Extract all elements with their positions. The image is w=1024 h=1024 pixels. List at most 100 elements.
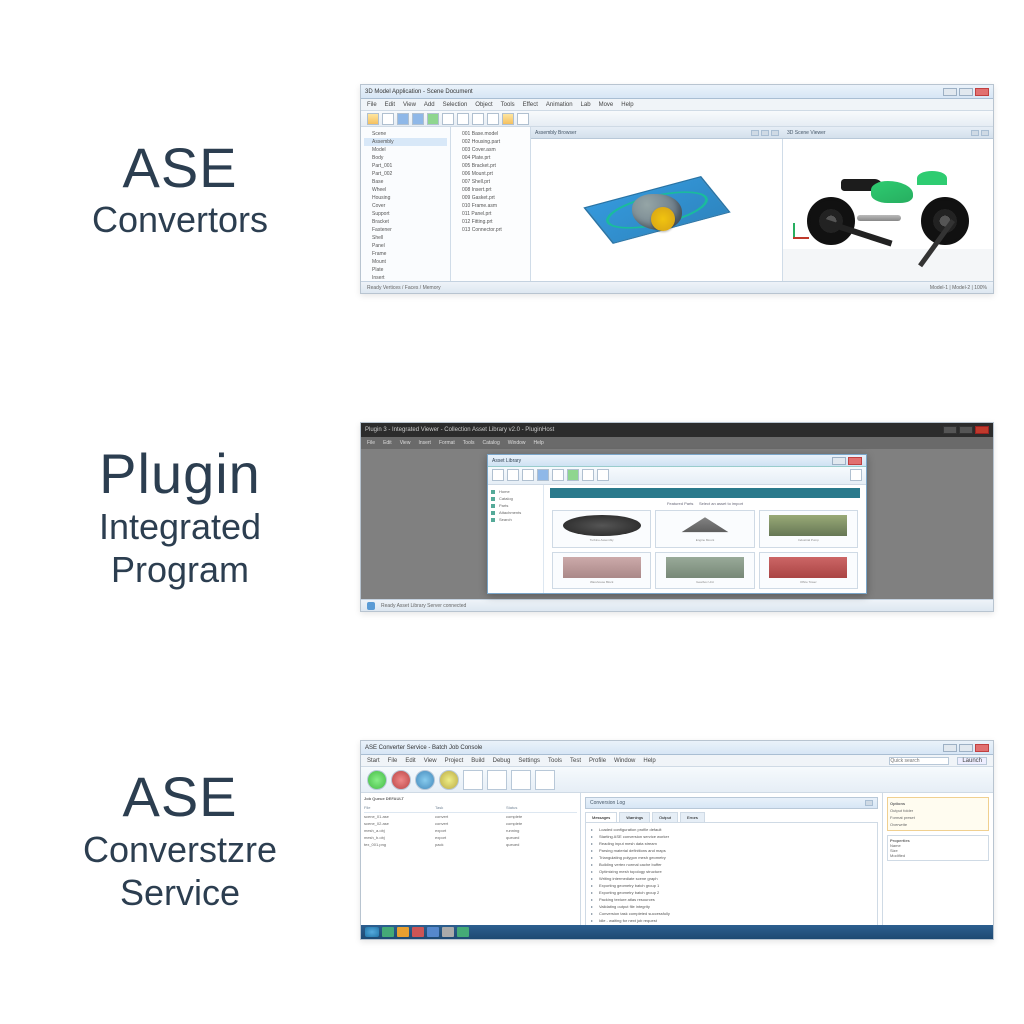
- table-row[interactable]: mesh_b.objexportqueued: [364, 834, 577, 841]
- save-icon[interactable]: [487, 770, 507, 790]
- tree-panel[interactable]: Scene Assembly Model Body Part_001 Part_…: [361, 127, 451, 281]
- panel-min-icon[interactable]: [751, 130, 759, 136]
- task-icon[interactable]: [457, 927, 469, 937]
- asset-thumb[interactable]: Industrial Pump: [759, 510, 858, 548]
- refresh-icon[interactable]: [537, 469, 549, 481]
- close-button[interactable]: [848, 457, 862, 465]
- menu-item[interactable]: Debug: [493, 758, 511, 764]
- menu-item[interactable]: Help: [534, 440, 544, 446]
- table-row[interactable]: scene_02.aseconvertcomplete: [364, 820, 577, 827]
- window-titlebar[interactable]: ASE Converter Service - Batch Job Consol…: [361, 741, 993, 755]
- tree-item[interactable]: Wheel: [364, 186, 447, 194]
- list-item[interactable]: 012 Fitting.prt: [454, 218, 527, 226]
- list-item[interactable]: 001 Base.model: [454, 130, 527, 138]
- menu-item[interactable]: View: [403, 102, 416, 108]
- back-icon[interactable]: [507, 469, 519, 481]
- tree-item[interactable]: Scene: [364, 130, 447, 138]
- window-titlebar[interactable]: Plugin 3 - Integrated Viewer - Collectio…: [361, 423, 993, 437]
- redo-icon[interactable]: [412, 113, 424, 125]
- menu-item[interactable]: Object: [475, 102, 492, 108]
- menu-item[interactable]: Help: [621, 102, 633, 108]
- tree-item[interactable]: Panel: [364, 242, 447, 250]
- list-item[interactable]: 010 Frame.asm: [454, 202, 527, 210]
- open-icon[interactable]: [367, 113, 379, 125]
- menu-item[interactable]: Edit: [383, 440, 392, 446]
- menu-item[interactable]: Selection: [443, 102, 468, 108]
- list-item[interactable]: 004 Plate.prt: [454, 154, 527, 162]
- menu-item[interactable]: File: [388, 758, 398, 764]
- panel-min-icon[interactable]: [971, 130, 979, 136]
- menu-item[interactable]: Lab: [581, 102, 591, 108]
- maximize-button[interactable]: [959, 744, 973, 752]
- filter-icon[interactable]: [582, 469, 594, 481]
- option-item[interactable]: Format preset: [890, 814, 986, 821]
- list-item[interactable]: 011 Panel.prt: [454, 210, 527, 218]
- sidebar-item[interactable]: Home: [491, 488, 540, 495]
- tree-item[interactable]: Assembly: [364, 138, 447, 146]
- rotate-icon[interactable]: [472, 113, 484, 125]
- minimize-button[interactable]: [943, 744, 957, 752]
- log-list[interactable]: Loaded configuration profile default Sta…: [585, 822, 878, 931]
- table-row[interactable]: mesh_a.objexportrunning: [364, 827, 577, 834]
- close-button[interactable]: [975, 88, 989, 96]
- move-icon[interactable]: [457, 113, 469, 125]
- menu-item[interactable]: Edit: [405, 758, 415, 764]
- tab-messages[interactable]: Messages: [585, 812, 617, 822]
- task-icon[interactable]: [382, 927, 394, 937]
- list-item[interactable]: 013 Connector.prt: [454, 226, 527, 234]
- minimize-button[interactable]: [943, 426, 957, 434]
- list-item[interactable]: 007 Shell.prt: [454, 178, 527, 186]
- menu-item[interactable]: Catalog: [482, 440, 499, 446]
- list-panel[interactable]: 001 Base.model 002 Housing.part 003 Cove…: [451, 127, 531, 281]
- menu-item[interactable]: Format: [439, 440, 455, 446]
- menu-item[interactable]: View: [400, 440, 411, 446]
- task-icon[interactable]: [397, 927, 409, 937]
- stop-icon[interactable]: [391, 770, 411, 790]
- tab-errors[interactable]: Errors: [680, 812, 705, 822]
- tree-item[interactable]: Model: [364, 146, 447, 154]
- open-icon[interactable]: [463, 770, 483, 790]
- undo-icon[interactable]: [397, 113, 409, 125]
- menu-item[interactable]: Tools: [548, 758, 562, 764]
- menu-item[interactable]: Insert: [418, 440, 431, 446]
- menu-item[interactable]: Move: [599, 102, 614, 108]
- home-icon[interactable]: [492, 469, 504, 481]
- quick-search-input[interactable]: [889, 757, 949, 765]
- menu-item[interactable]: Effect: [523, 102, 538, 108]
- list-item[interactable]: 003 Cover.asm: [454, 146, 527, 154]
- panel-close-icon[interactable]: [865, 800, 873, 806]
- menu-item[interactable]: File: [367, 102, 377, 108]
- tree-item[interactable]: Part_002: [364, 170, 447, 178]
- export-icon[interactable]: [511, 770, 531, 790]
- search-icon[interactable]: [850, 469, 862, 481]
- select-icon[interactable]: [442, 113, 454, 125]
- tree-item[interactable]: Body: [364, 154, 447, 162]
- option-item[interactable]: Overwrite: [890, 821, 986, 828]
- table-row[interactable]: scene_01.aseconvertcomplete: [364, 813, 577, 820]
- list-item[interactable]: 005 Bracket.prt: [454, 162, 527, 170]
- menu-item[interactable]: Add: [424, 102, 435, 108]
- minimize-button[interactable]: [943, 88, 957, 96]
- asset-thumb[interactable]: Gearbox Unit: [655, 552, 754, 590]
- menu-item[interactable]: Test: [570, 758, 581, 764]
- close-button[interactable]: [975, 426, 989, 434]
- asset-thumb[interactable]: Engine Mount: [655, 510, 754, 548]
- list-item[interactable]: 006 Mount.prt: [454, 170, 527, 178]
- tab-output[interactable]: Output: [652, 812, 678, 822]
- plugin-titlebar[interactable]: Asset Library: [488, 455, 866, 467]
- maximize-button[interactable]: [959, 426, 973, 434]
- run-icon[interactable]: [367, 770, 387, 790]
- menu-item[interactable]: Animation: [546, 102, 573, 108]
- menu-item[interactable]: Help: [643, 758, 655, 764]
- tree-item[interactable]: Cover: [364, 202, 447, 210]
- save-icon[interactable]: [382, 113, 394, 125]
- tree-item[interactable]: Fastener: [364, 226, 447, 234]
- close-button[interactable]: [975, 744, 989, 752]
- panel-close-icon[interactable]: [771, 130, 779, 136]
- view-icon[interactable]: [597, 469, 609, 481]
- scale-icon[interactable]: [487, 113, 499, 125]
- list-item[interactable]: 009 Gasket.prt: [454, 194, 527, 202]
- menu-item[interactable]: Tools: [501, 102, 515, 108]
- start-button-icon[interactable]: [365, 927, 379, 937]
- viewport-motorcycle[interactable]: [783, 139, 993, 249]
